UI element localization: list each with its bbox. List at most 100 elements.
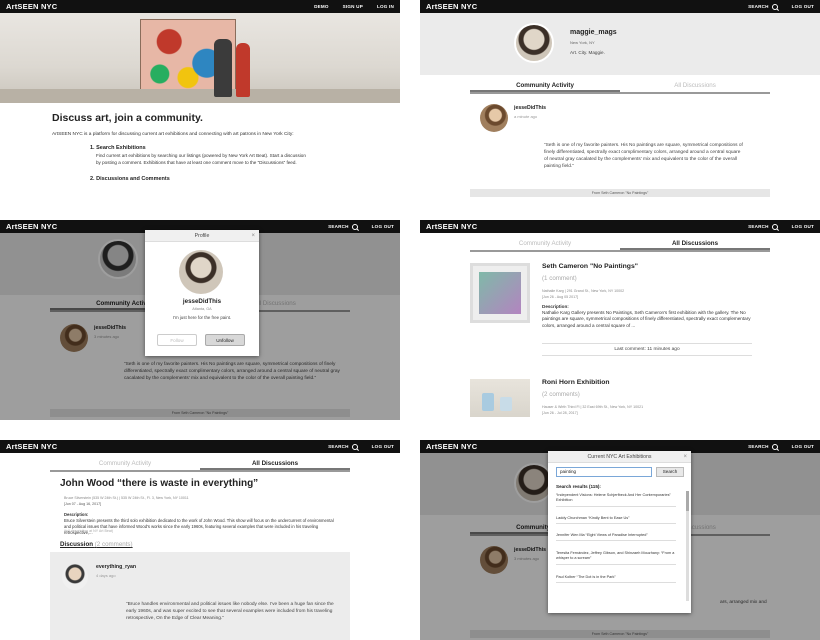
nav-logout-link[interactable]: LOG OUT bbox=[792, 224, 814, 229]
exhibition-dates: [Jun 26 - Jul 28, 2017] bbox=[542, 411, 578, 415]
thumbnail-image bbox=[479, 272, 521, 314]
search-result-item[interactable]: “Independent Visions: Helene Schjerfbeck… bbox=[556, 493, 676, 507]
nav-search-label: SEARCH bbox=[748, 444, 769, 449]
discussion-item[interactable]: Seth Cameron "No Paintings" (1 comment) … bbox=[470, 263, 770, 363]
exhibition-venue: Nathalie Karg | 291 Grand St., New York,… bbox=[542, 289, 625, 293]
nav-logout-link[interactable]: LOG OUT bbox=[792, 444, 814, 449]
results-scrollbar[interactable] bbox=[686, 491, 689, 601]
tab-all-discussions[interactable]: All Discussions bbox=[620, 78, 770, 92]
nav-logout-link[interactable]: LOG OUT bbox=[372, 444, 394, 449]
source-exhibition-link[interactable]: Seth Cameron "No Paintings" bbox=[601, 191, 648, 195]
thumbnail-sculpture bbox=[500, 397, 512, 411]
activity-user[interactable]: jesseDidThis bbox=[514, 105, 546, 111]
close-icon[interactable]: × bbox=[251, 230, 255, 242]
source-prefix: From bbox=[591, 191, 601, 195]
activity-source: From Seth Cameron "No Paintings" bbox=[470, 189, 770, 197]
hero-floor bbox=[0, 89, 400, 103]
exhibition-title: John Wood “there is waste in everything” bbox=[60, 478, 259, 489]
modal-title-text: Current NYC Art Exhibitions bbox=[587, 454, 652, 460]
exhibition-thumbnail[interactable] bbox=[470, 379, 530, 417]
close-icon[interactable]: × bbox=[683, 451, 687, 463]
results-label: Search results (115): bbox=[556, 484, 601, 489]
nav-search-label: SEARCH bbox=[748, 224, 769, 229]
top-nav: ArtSEEN NYC DEMO SIGN UP LOG IN bbox=[0, 0, 400, 13]
all-discussions-panel: ArtSEEN NYC SEARCH LOG OUT Community Act… bbox=[420, 220, 820, 420]
modal-title: Profile × bbox=[145, 230, 259, 242]
top-nav: ArtSEEN NYC SEARCH LOG OUT bbox=[420, 0, 820, 13]
comment-time: 4 days ago bbox=[96, 573, 116, 578]
exhibition-thumbnail[interactable] bbox=[470, 263, 530, 323]
top-nav: ArtSEEN NYC SEARCH LOG OUT bbox=[420, 220, 820, 233]
exhibition-dates: [Jun 26 - Aug 05 2017] bbox=[542, 295, 579, 299]
scrollbar-thumb[interactable] bbox=[686, 491, 689, 511]
tab-community-activity[interactable]: Community Activity bbox=[470, 78, 620, 92]
profile-panel: ArtSEEN NYC SEARCH LOG OUT maggie_mags N… bbox=[420, 0, 820, 206]
nav-search-link[interactable]: SEARCH bbox=[328, 223, 358, 230]
search-result-item[interactable]: Teresita Fernández, Jeffrey Gibson, and … bbox=[556, 551, 676, 565]
brand-logo[interactable]: ArtSEEN NYC bbox=[426, 2, 477, 11]
full-description-link[interactable]: (full description at NY Art Beat) bbox=[64, 529, 113, 533]
tab-bar: Community Activity All Discussions bbox=[470, 236, 770, 252]
discussion-item[interactable]: Roni Horn Exhibition (2 comments) Hauser… bbox=[470, 379, 770, 419]
step-title: 2. Discussions and Comments bbox=[90, 176, 170, 183]
search-icon bbox=[771, 223, 778, 230]
nav-logout-link[interactable]: LOG OUT bbox=[372, 224, 394, 229]
activity-quote: “Seth is one of my favorite painters. Hi… bbox=[544, 143, 743, 169]
activity-time: a minute ago bbox=[514, 114, 538, 119]
brand-logo[interactable]: ArtSEEN NYC bbox=[426, 442, 477, 451]
search-icon bbox=[771, 3, 778, 10]
tab-community-activity[interactable]: Community Activity bbox=[50, 456, 200, 470]
comment-quote: “Bruce handles environmental and politic… bbox=[126, 602, 334, 621]
discussion-count: (2 comments) bbox=[94, 541, 133, 548]
follow-button[interactable]: Follow bbox=[157, 334, 197, 346]
nav-login-link[interactable]: LOG IN bbox=[377, 4, 394, 9]
comment-count: (1 comment) bbox=[542, 275, 577, 282]
nav-search-label: SEARCH bbox=[328, 224, 349, 229]
brand-logo[interactable]: ArtSEEN NYC bbox=[6, 442, 57, 451]
avatar bbox=[179, 250, 223, 294]
exhibition-title[interactable]: Seth Cameron "No Paintings" bbox=[542, 263, 638, 270]
nav-search-link[interactable]: SEARCH bbox=[748, 223, 778, 230]
brand-logo[interactable]: ArtSEEN NYC bbox=[6, 222, 57, 231]
last-comment: Last comment: 11 minutes ago bbox=[542, 343, 752, 356]
landing-panel: ArtSEEN NYC DEMO SIGN UP LOG IN Discuss … bbox=[0, 0, 400, 206]
nav-search-link[interactable]: SEARCH bbox=[328, 443, 358, 450]
nav-search-label: SEARCH bbox=[748, 4, 769, 9]
tab-community-activity[interactable]: Community Activity bbox=[470, 236, 620, 250]
search-icon bbox=[771, 443, 778, 450]
search-result-item[interactable]: Jennifer Wen Ma “Eight Views of Paradise… bbox=[556, 533, 676, 542]
search-result-item[interactable]: Laddy Churchman “Kindly Bent to Ease Us” bbox=[556, 516, 676, 525]
tab-bar: Community Activity All Discussions bbox=[50, 456, 350, 472]
search-button[interactable]: Search bbox=[656, 467, 684, 477]
hero-visitor bbox=[214, 39, 232, 97]
nav-search-link[interactable]: SEARCH bbox=[748, 3, 778, 10]
hero-image bbox=[0, 13, 400, 103]
profile-username: maggie_mags bbox=[570, 29, 617, 36]
thumbnail-sculpture bbox=[482, 393, 494, 411]
exhibition-venue: Hauser & Wirth Third Fl | 32 East 69th S… bbox=[542, 405, 644, 409]
exhibition-description: Nathalie Karg Gallery presents No Painti… bbox=[542, 310, 751, 328]
brand-logo[interactable]: ArtSEEN NYC bbox=[6, 2, 57, 11]
nav-search-link[interactable]: SEARCH bbox=[748, 443, 778, 450]
brand-logo[interactable]: ArtSEEN NYC bbox=[426, 222, 477, 231]
step-title: 1. Search Exhibitions bbox=[90, 145, 146, 151]
nav-demo-link[interactable]: DEMO bbox=[314, 4, 329, 9]
tab-all-discussions[interactable]: All Discussions bbox=[200, 456, 350, 470]
modal-location: Atlanta, GA bbox=[192, 307, 212, 311]
nav-signup-link[interactable]: SIGN UP bbox=[343, 4, 363, 9]
avatar[interactable] bbox=[62, 564, 88, 590]
discussion-label: Discussion bbox=[60, 541, 94, 548]
comment-box: everything_ryan 4 days ago “Bruce handle… bbox=[50, 552, 350, 640]
landing-intro: ArtSEEN NYC is a platform for discussing… bbox=[52, 132, 294, 137]
modal-bio: I'm just here for the free paint. bbox=[172, 315, 232, 320]
nav-logout-link[interactable]: LOG OUT bbox=[792, 4, 814, 9]
exhibition-title[interactable]: Roni Horn Exhibition bbox=[542, 379, 610, 386]
tab-all-discussions[interactable]: All Discussions bbox=[620, 236, 770, 250]
top-nav: ArtSEEN NYC SEARCH LOG OUT bbox=[0, 440, 400, 453]
search-modal-panel: ArtSEEN NYC SEARCH LOG OUT Community Act… bbox=[420, 440, 820, 640]
avatar[interactable] bbox=[480, 104, 508, 132]
search-result-item[interactable]: Paul Kolber “The Dot is in the Park” bbox=[556, 575, 676, 584]
unfollow-button[interactable]: Unfollow bbox=[205, 334, 245, 346]
search-input[interactable]: painting bbox=[556, 467, 652, 477]
comment-user[interactable]: everything_ryan bbox=[96, 564, 136, 570]
